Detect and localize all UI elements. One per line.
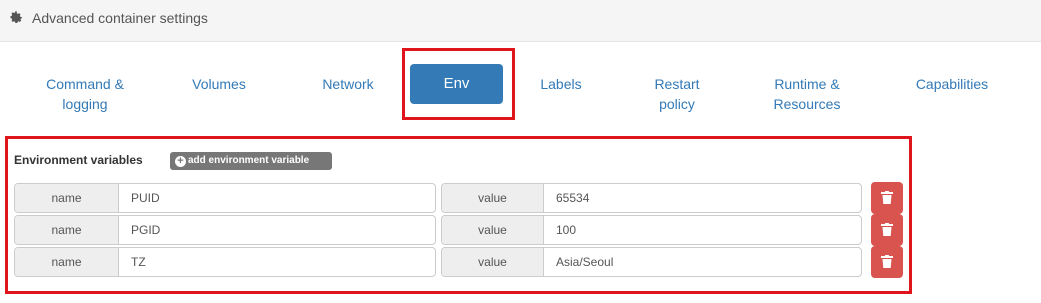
env-name-group: name PUID <box>14 183 436 213</box>
env-name-input[interactable]: PUID <box>119 184 435 212</box>
tab-label-line1: Runtime & <box>774 76 840 92</box>
env-row: name PGID value 100 <box>14 214 904 246</box>
tab-env[interactable]: Env <box>410 64 503 104</box>
env-row: name PUID value 65534 <box>14 182 904 214</box>
tab-label-line1: Restart <box>654 76 700 92</box>
env-name-group: name TZ <box>14 247 436 277</box>
env-value-group: value Asia/Seoul <box>441 247 862 277</box>
env-name-input[interactable]: PGID <box>119 216 435 244</box>
tab-runtime-resources[interactable]: Runtime & Resources <box>756 74 858 114</box>
value-addon: value <box>442 184 544 212</box>
panel-title: Advanced container settings <box>32 10 208 26</box>
settings-tabs: Command & logging Volumes Network Env La… <box>0 48 1041 128</box>
panel-header[interactable]: Advanced container settings <box>0 0 1041 42</box>
name-addon: name <box>15 248 119 276</box>
plus-circle-icon: + <box>175 156 186 167</box>
env-name-input[interactable]: TZ <box>119 248 435 276</box>
tab-volumes[interactable]: Volumes <box>175 74 263 94</box>
add-env-variable-label: add environment variable <box>188 155 310 166</box>
tab-label-line1: Command & <box>46 76 124 92</box>
env-value-input[interactable]: 100 <box>544 216 861 244</box>
trash-icon <box>881 255 893 268</box>
env-value-group: value 65534 <box>441 183 862 213</box>
tab-labels[interactable]: Labels <box>521 74 601 94</box>
value-addon: value <box>442 248 544 276</box>
env-value-input[interactable]: Asia/Seoul <box>544 248 861 276</box>
tab-label-line2: policy <box>659 96 695 112</box>
tab-label-line1: Capabilities <box>915 76 989 92</box>
env-row: name TZ value Asia/Seoul <box>14 246 904 278</box>
tab-label-line1: Volumes <box>192 76 246 92</box>
tab-label-line1: Labels <box>540 76 582 92</box>
delete-env-button[interactable] <box>871 182 903 214</box>
env-section-title: Environment variables <box>14 153 143 167</box>
add-env-variable-button[interactable]: + add environment variable <box>170 152 332 170</box>
delete-env-button[interactable] <box>871 214 903 246</box>
trash-icon <box>881 223 893 236</box>
gear-icon <box>10 11 23 23</box>
tab-label-line2: Resources <box>773 96 841 112</box>
tab-capabilities[interactable]: Capabilities <box>900 74 1004 94</box>
env-value-group: value 100 <box>441 215 862 245</box>
tab-label-line1: Env <box>443 75 470 92</box>
name-addon: name <box>15 216 119 244</box>
env-value-input[interactable]: 65534 <box>544 184 861 212</box>
value-addon: value <box>442 216 544 244</box>
tab-network[interactable]: Network <box>304 74 392 94</box>
delete-env-button[interactable] <box>871 246 903 278</box>
trash-icon <box>881 191 893 204</box>
name-addon: name <box>15 184 119 212</box>
env-name-group: name PGID <box>14 215 436 245</box>
tab-restart-policy[interactable]: Restart policy <box>636 74 718 114</box>
tab-label-line1: Network <box>322 76 374 92</box>
tab-label-line2: logging <box>62 96 108 112</box>
tab-command-logging[interactable]: Command & logging <box>34 74 136 114</box>
